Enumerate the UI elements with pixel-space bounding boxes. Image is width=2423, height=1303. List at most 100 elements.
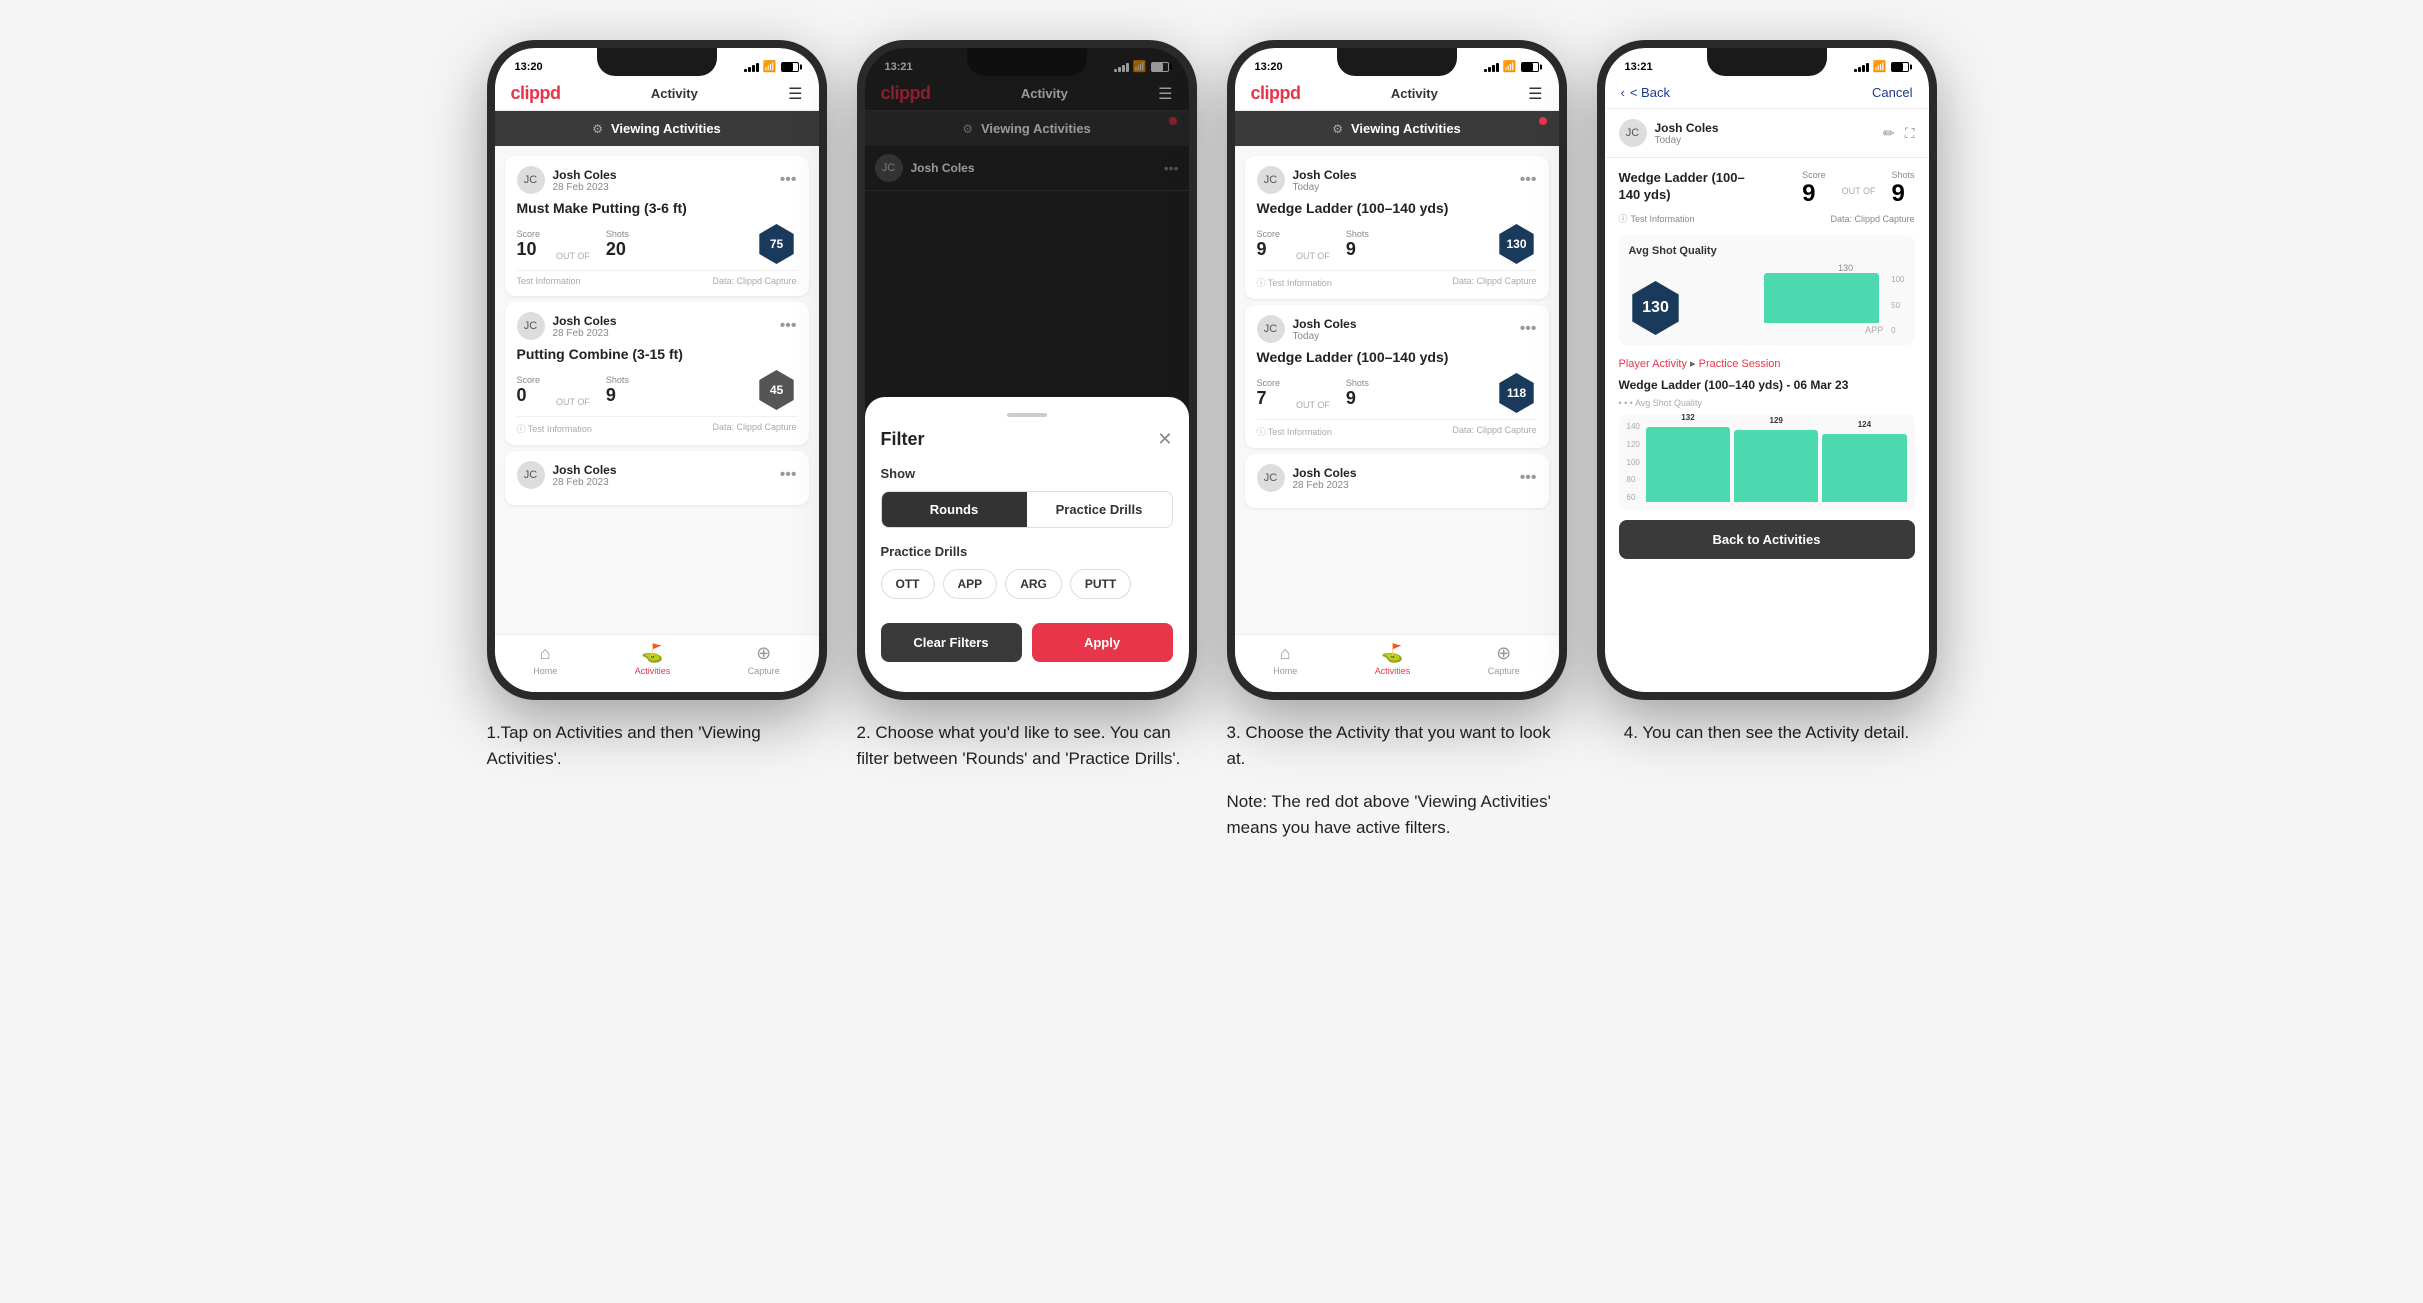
bottom-nav-3: ⌂ Home ⛳ Activities ⊕ Capture [1235, 634, 1559, 692]
nav-activities-3[interactable]: ⛳ Activities [1375, 643, 1411, 676]
activity-banner-3[interactable]: ⚙ Viewing Activities [1235, 111, 1559, 146]
user-name-1-1: Josh Coles [553, 168, 617, 182]
user-name-1-3: Josh Coles [553, 463, 617, 477]
more-dots-3-2[interactable]: ••• [1520, 320, 1537, 338]
steps-container: 13:20 📶 clippd Acti [487, 40, 1937, 840]
detail-activity-title-4: Wedge Ladder (100–140 yds) [1619, 170, 1749, 204]
clear-filters-button[interactable]: Clear Filters [881, 623, 1022, 662]
avatar-1-2: JC [517, 312, 545, 340]
activity-card-3-1[interactable]: JC Josh Coles Today ••• Wedge Ladder (10… [1245, 156, 1549, 299]
pill-app[interactable]: APP [943, 569, 998, 599]
filter-modal: Filter ✕ Show Rounds Practice Drills Pra… [865, 397, 1189, 692]
stat-score-1-1: Score 10 [517, 229, 541, 260]
card-header-1-1: JC Josh Coles 28 Feb 2023 ••• [517, 166, 797, 194]
more-dots-3-1[interactable]: ••• [1520, 171, 1537, 189]
sq-badge-1-1: 75 [757, 224, 797, 264]
time-3: 13:20 [1255, 61, 1283, 73]
nav-activities-1[interactable]: ⛳ Activities [635, 643, 671, 676]
phone-notch-1 [597, 48, 717, 76]
nav-capture-3[interactable]: ⊕ Capture [1488, 643, 1520, 676]
step-4: 13:21 📶 ‹ < Back Ca [1597, 40, 1937, 746]
activity-card-1-3[interactable]: JC Josh Coles 28 Feb 2023 ••• [505, 451, 809, 505]
more-dots-1-2[interactable]: ••• [780, 317, 797, 335]
banner-text-3: Viewing Activities [1351, 121, 1461, 136]
nav-capture-label-1: Capture [748, 666, 780, 676]
phone-screen-4: 13:21 📶 ‹ < Back Ca [1605, 48, 1929, 692]
sq-chart-row: 130 130 APP 100 50 [1629, 263, 1905, 335]
back-button-4[interactable]: ‹ < Back [1621, 85, 1670, 100]
pill-group: OTT APP ARG PUTT [881, 569, 1173, 599]
user-info-1-1: JC Josh Coles 28 Feb 2023 [517, 166, 617, 194]
nav-home-3[interactable]: ⌂ Home [1273, 643, 1297, 676]
activity-card-3-3[interactable]: JC Josh Coles 28 Feb 2023 ••• [1245, 454, 1549, 508]
session-link-4: Player Activity ▸ Practice Session [1619, 357, 1915, 370]
nav-home-label-1: Home [533, 666, 557, 676]
edit-icon-4[interactable]: ✏ [1883, 125, 1895, 142]
wifi-icon-4: 📶 [1873, 60, 1887, 73]
user-name-1-2: Josh Coles [553, 314, 617, 328]
detail-user-date-4: Today [1655, 135, 1719, 146]
activity-card-1-2[interactable]: JC Josh Coles 28 Feb 2023 ••• Putting Co… [505, 302, 809, 445]
pill-arg[interactable]: ARG [1005, 569, 1062, 599]
banner-text-1: Viewing Activities [611, 121, 721, 136]
status-right-1: 📶 [744, 60, 799, 73]
apply-button[interactable]: Apply [1032, 623, 1173, 662]
modal-header: Filter ✕ [881, 429, 1173, 450]
home-icon-3: ⌂ [1280, 643, 1291, 664]
capture-icon-1: ⊕ [756, 643, 771, 664]
toggle-practice-drills[interactable]: Practice Drills [1027, 492, 1172, 527]
nav-capture-label-3: Capture [1488, 666, 1520, 676]
more-dots-1-1[interactable]: ••• [780, 171, 797, 189]
activity-card-1-1[interactable]: JC Josh Coles 28 Feb 2023 ••• Must Make … [505, 156, 809, 296]
avatar-1-1: JC [517, 166, 545, 194]
caption-1: 1.Tap on Activities and then 'Viewing Ac… [487, 720, 827, 771]
more-dots-3-3[interactable]: ••• [1520, 469, 1537, 487]
user-details-1-2: Josh Coles 28 Feb 2023 [553, 314, 617, 339]
user-info-1-3: JC Josh Coles 28 Feb 2023 [517, 461, 617, 489]
menu-icon-3[interactable]: ☰ [1528, 84, 1542, 104]
bar-chart-4: 140 120 100 80 60 132 129 [1627, 422, 1907, 502]
card-header-3-3: JC Josh Coles 28 Feb 2023 ••• [1257, 464, 1537, 492]
y-labels-4: 100 50 0 [1891, 275, 1904, 335]
card-stats-1-1: Score 10 OUT OF Shots 20 75 [517, 224, 797, 264]
user-info-3-1: JC Josh Coles Today [1257, 166, 1357, 194]
pill-putt[interactable]: PUTT [1070, 569, 1131, 599]
nav-capture-1[interactable]: ⊕ Capture [748, 643, 780, 676]
time-4: 13:21 [1625, 61, 1653, 73]
activity-list-1: JC Josh Coles 28 Feb 2023 ••• Must Make … [495, 146, 819, 634]
card-title-3-2: Wedge Ladder (100–140 yds) [1257, 349, 1537, 365]
nav-home-1[interactable]: ⌂ Home [533, 643, 557, 676]
stat-shots-1-1: Shots 20 [606, 229, 629, 260]
activities-icon-3: ⛳ [1381, 643, 1403, 664]
avg-label-4: • • • Avg Shot Quality [1619, 398, 1915, 408]
cancel-button-4[interactable]: Cancel [1872, 85, 1912, 100]
card-header-3-2: JC Josh Coles Today ••• [1257, 315, 1537, 343]
expand-icon-4[interactable]: ⛶ [1905, 125, 1915, 142]
sq-badge-3-2: 118 [1497, 373, 1537, 413]
more-dots-1-3[interactable]: ••• [780, 466, 797, 484]
logo-3: clippd [1251, 83, 1301, 104]
pill-ott[interactable]: OTT [881, 569, 935, 599]
modal-close-button[interactable]: ✕ [1157, 429, 1172, 450]
caption-text-3a: 3. Choose the Activity that you want to … [1227, 720, 1567, 771]
battery-1 [781, 62, 799, 72]
sq-hexagon-4: 130 [1629, 281, 1683, 335]
toggle-group: Rounds Practice Drills [881, 491, 1173, 528]
user-info-3-3: JC Josh Coles 28 Feb 2023 [1257, 464, 1357, 492]
toggle-rounds[interactable]: Rounds [882, 492, 1027, 527]
activity-card-3-2[interactable]: JC Josh Coles Today ••• Wedge Ladder (10… [1245, 305, 1549, 448]
menu-icon-1[interactable]: ☰ [788, 84, 802, 104]
caption-3: 3. Choose the Activity that you want to … [1227, 720, 1567, 840]
detail-content-4: Wedge Ladder (100–140 yds) Score 9 OUT O… [1605, 158, 1929, 692]
detail-title-area: Wedge Ladder (100–140 yds) Score 9 OUT O… [1619, 170, 1915, 208]
activity-banner-1[interactable]: ⚙ Viewing Activities [495, 111, 819, 146]
back-activities-button-4[interactable]: Back to Activities [1619, 520, 1915, 559]
phone-notch-4 [1707, 48, 1827, 76]
avatar-1-3: JC [517, 461, 545, 489]
avatar-3-2: JC [1257, 315, 1285, 343]
caption-text-2: 2. Choose what you'd like to see. You ca… [857, 720, 1197, 771]
user-date-3-2: Today [1293, 331, 1357, 342]
caption-4: 4. You can then see the Activity detail. [1624, 720, 1909, 746]
user-date-3-1: Today [1293, 182, 1357, 193]
card-header-1-2: JC Josh Coles 28 Feb 2023 ••• [517, 312, 797, 340]
